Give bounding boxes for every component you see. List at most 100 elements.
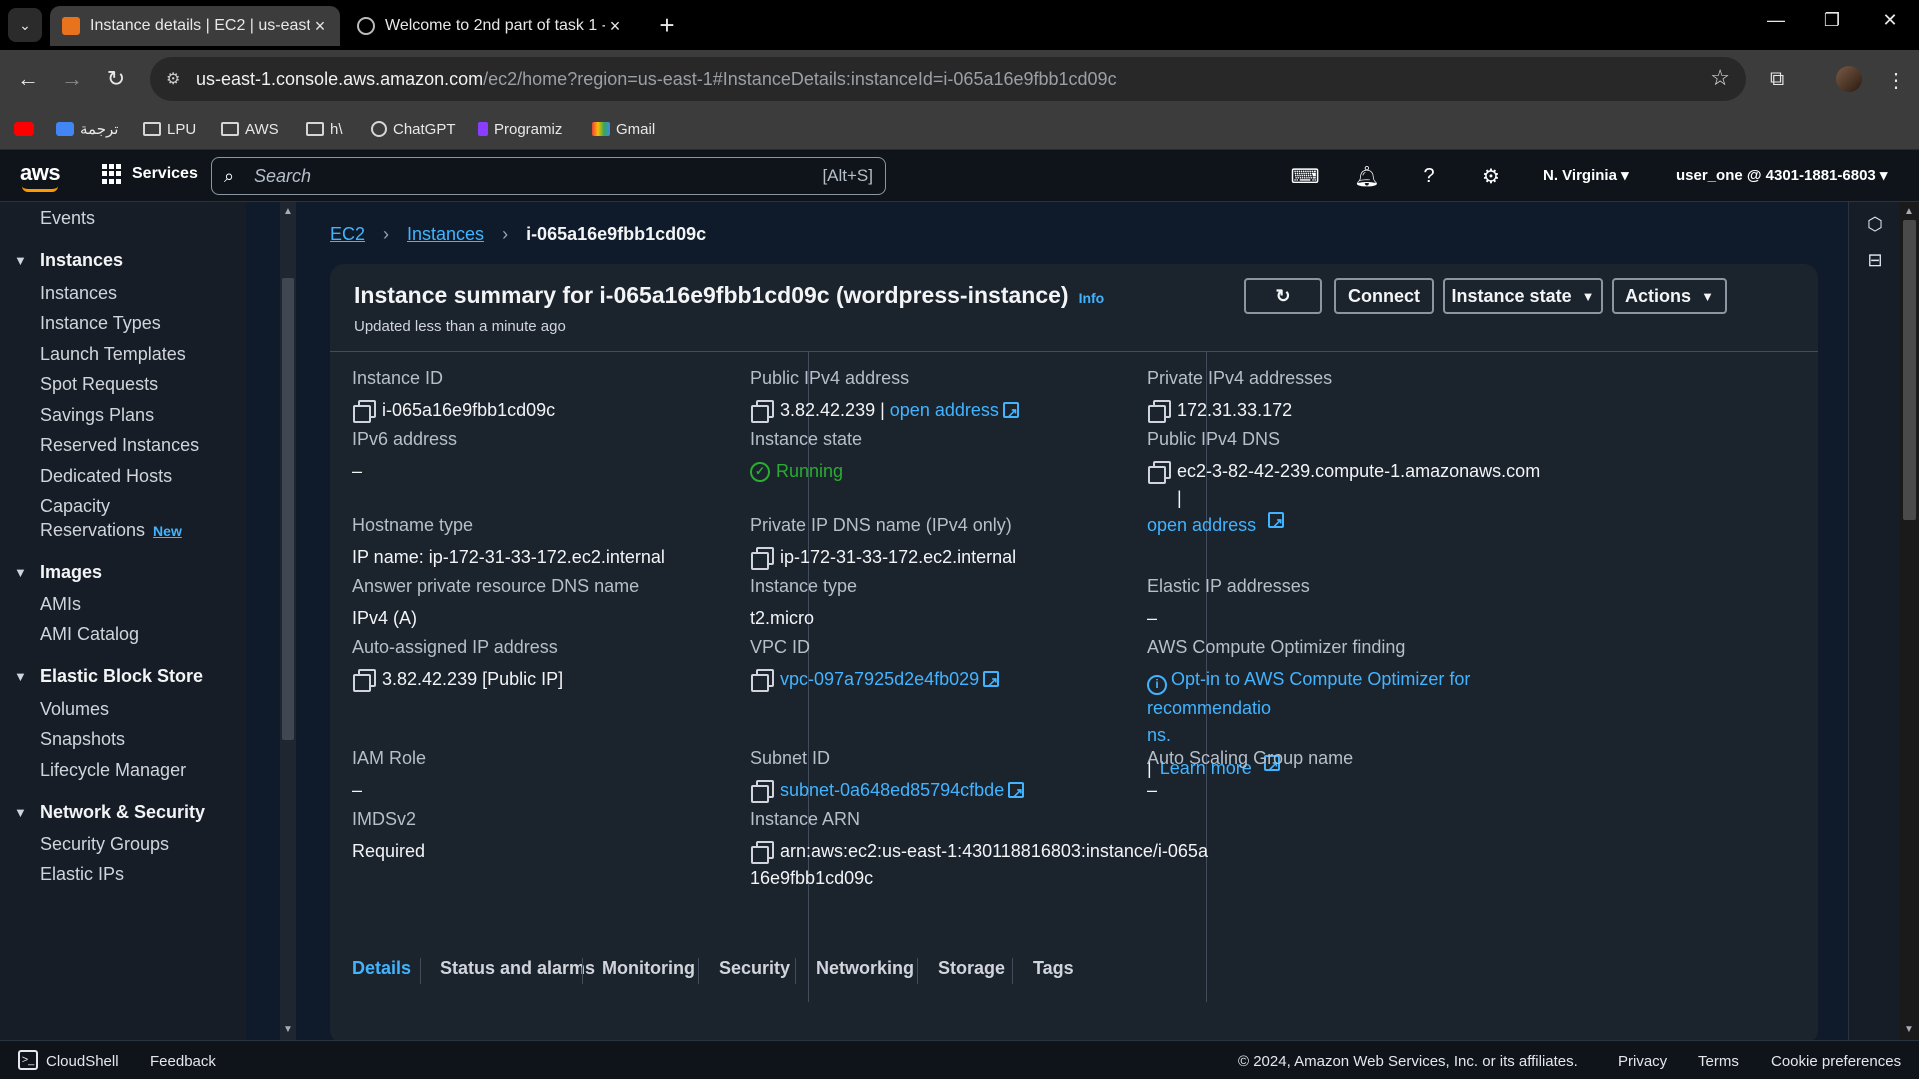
tab-status-alarms[interactable]: Status and alarms: [440, 958, 595, 979]
actions-button[interactable]: Actions ▼: [1612, 278, 1727, 314]
scroll-down-arrow-icon[interactable]: ▼: [282, 1024, 294, 1035]
optimizer-link[interactable]: Opt-in to AWS Compute Optimizer for reco…: [1147, 669, 1470, 718]
amazon-q-icon[interactable]: ⬡: [1863, 212, 1887, 236]
site-settings-icon[interactable]: ⚙: [166, 69, 186, 89]
bookmark-chatgpt[interactable]: ChatGPT: [371, 116, 456, 142]
aws-logo[interactable]: aws: [20, 160, 61, 186]
close-tab-icon[interactable]: ×: [605, 16, 625, 37]
cookie-preferences-link[interactable]: Cookie preferences: [1771, 1053, 1901, 1070]
copy-icon[interactable]: [750, 400, 774, 423]
bookmark-youtube[interactable]: [14, 116, 34, 142]
sidebar-item-snapshots[interactable]: Snapshots: [40, 729, 125, 750]
bookmark-programiz[interactable]: Programiz: [478, 116, 562, 142]
subnet-link[interactable]: subnet-0a648ed85794cfbde: [780, 780, 1004, 800]
breadcrumb-instances[interactable]: Instances: [407, 224, 484, 245]
open-address-link[interactable]: open address: [890, 400, 999, 420]
feedback-panel-icon[interactable]: ⊟: [1863, 248, 1887, 272]
bookmark-lpu[interactable]: LPU: [143, 116, 196, 142]
restore-icon[interactable]: ❐: [1812, 10, 1852, 31]
sidebar-item-reserved-instances[interactable]: Reserved Instances: [40, 435, 199, 456]
refresh-button[interactable]: ↻: [1244, 278, 1322, 314]
sidebar-item-lifecycle-manager[interactable]: Lifecycle Manager: [40, 760, 186, 781]
info-link[interactable]: Info: [1079, 290, 1105, 306]
sidebar-section-ebs[interactable]: ▼ Elastic Block Store: [14, 666, 203, 687]
open-address-link[interactable]: open address: [1147, 512, 1256, 539]
sidebar-section-instances[interactable]: ▼ Instances: [14, 250, 123, 271]
sidebar-item-elastic-ips[interactable]: Elastic IPs: [40, 864, 124, 885]
sidebar-item-events[interactable]: Events: [40, 208, 95, 229]
sidebar-item-security-groups[interactable]: Security Groups: [40, 834, 169, 855]
sidebar-item-instance-types[interactable]: Instance Types: [40, 313, 161, 334]
tab-security[interactable]: Security: [719, 958, 790, 979]
close-window-icon[interactable]: ✕: [1870, 10, 1910, 31]
sidebar-scrollbar-thumb[interactable]: [282, 278, 294, 740]
help-icon[interactable]: ?: [1416, 163, 1442, 189]
cloudshell-icon[interactable]: >_: [18, 1050, 38, 1070]
copy-icon[interactable]: [750, 669, 774, 692]
sidebar-item-amis[interactable]: AMIs: [40, 594, 81, 615]
url-text[interactable]: us-east-1.console.aws.amazon.com/ec2/hom…: [196, 69, 1117, 90]
bookmark-star-icon[interactable]: ☆: [1710, 65, 1730, 91]
sidebar-section-network-security[interactable]: ▼ Network & Security: [14, 802, 205, 823]
copy-icon[interactable]: [1147, 461, 1171, 484]
profile-avatar[interactable]: [1836, 66, 1862, 92]
extensions-icon[interactable]: ⧉: [1770, 68, 1784, 91]
services-menu-button[interactable]: Services: [102, 164, 198, 184]
notifications-bell-icon[interactable]: 🔔︎: [1354, 163, 1380, 189]
search-box[interactable]: ⌕ [Alt+S]: [211, 157, 886, 195]
terms-link[interactable]: Terms: [1698, 1053, 1739, 1070]
optimizer-link-line2[interactable]: ns.: [1147, 725, 1171, 745]
copy-icon[interactable]: [750, 780, 774, 803]
bookmark-h[interactable]: h\: [306, 116, 343, 142]
url-bar[interactable]: ⚙ us-east-1.console.aws.amazon.com/ec2/h…: [150, 57, 1746, 101]
copy-icon[interactable]: [352, 669, 376, 692]
scroll-up-arrow-icon[interactable]: ▲: [1903, 206, 1915, 217]
sidebar-item-capacity-reservations[interactable]: Capacity: [40, 496, 110, 517]
tab-networking[interactable]: Networking: [816, 958, 914, 979]
region-selector[interactable]: N. Virginia ▾: [1543, 166, 1629, 184]
tab-monitoring[interactable]: Monitoring: [602, 958, 695, 979]
copy-icon[interactable]: [750, 547, 774, 570]
browser-menu-icon[interactable]: ⋮: [1886, 68, 1906, 93]
sidebar-item-instances[interactable]: Instances: [40, 283, 117, 304]
close-tab-icon[interactable]: ×: [310, 16, 330, 37]
tab-storage[interactable]: Storage: [938, 958, 1005, 979]
sidebar-item-savings-plans[interactable]: Savings Plans: [40, 405, 154, 426]
bookmark-aws[interactable]: AWS: [221, 116, 279, 142]
bookmark-gmail[interactable]: Gmail: [592, 116, 655, 142]
tab-search-menu-button[interactable]: ⌄: [8, 8, 42, 42]
page-scrollbar-thumb[interactable]: [1903, 220, 1916, 520]
connect-button[interactable]: Connect: [1334, 278, 1434, 314]
sidebar-item-volumes[interactable]: Volumes: [40, 699, 109, 720]
copy-icon[interactable]: [352, 400, 376, 423]
privacy-link[interactable]: Privacy: [1618, 1053, 1667, 1070]
scroll-down-arrow-icon[interactable]: ▼: [1903, 1024, 1915, 1035]
search-input[interactable]: [254, 164, 814, 188]
back-icon[interactable]: ←: [12, 63, 44, 95]
browser-tab-active[interactable]: Instance details | EC2 | us-east- ×: [50, 6, 340, 46]
copy-icon[interactable]: [1147, 400, 1171, 423]
bookmark-translate[interactable]: ترجمة: [56, 116, 118, 142]
vpc-link[interactable]: vpc-097a7925d2e4fb029: [780, 669, 979, 689]
sidebar-item-spot-requests[interactable]: Spot Requests: [40, 374, 158, 395]
sidebar-item-ami-catalog[interactable]: AMI Catalog: [40, 624, 139, 645]
instance-state-button[interactable]: Instance state ▼: [1443, 278, 1603, 314]
browser-tab[interactable]: Welcome to 2nd part of task 1 - ×: [345, 6, 635, 46]
breadcrumb-ec2[interactable]: EC2: [330, 224, 365, 245]
settings-gear-icon[interactable]: ⚙: [1478, 163, 1504, 189]
minimize-icon[interactable]: —: [1756, 10, 1796, 31]
reload-icon[interactable]: ↻: [100, 63, 132, 95]
copy-icon[interactable]: [750, 841, 774, 864]
sidebar-item-dedicated-hosts[interactable]: Dedicated Hosts: [40, 466, 172, 487]
new-tab-button[interactable]: +: [650, 8, 684, 42]
scroll-up-arrow-icon[interactable]: ▲: [282, 206, 294, 217]
tab-details[interactable]: Details: [352, 958, 411, 979]
sidebar-section-images[interactable]: ▼ Images: [14, 562, 102, 583]
sidebar-item-launch-templates[interactable]: Launch Templates: [40, 344, 186, 365]
account-menu[interactable]: user_one @ 4301-1881-6803 ▾: [1676, 166, 1887, 184]
tab-tags[interactable]: Tags: [1033, 958, 1074, 979]
sidebar-item-capacity-reservations-line2[interactable]: Reservations New: [40, 520, 182, 541]
feedback-link[interactable]: Feedback: [150, 1053, 216, 1070]
forward-icon[interactable]: →: [56, 63, 88, 95]
cloudshell-icon[interactable]: ⌨: [1291, 163, 1320, 189]
